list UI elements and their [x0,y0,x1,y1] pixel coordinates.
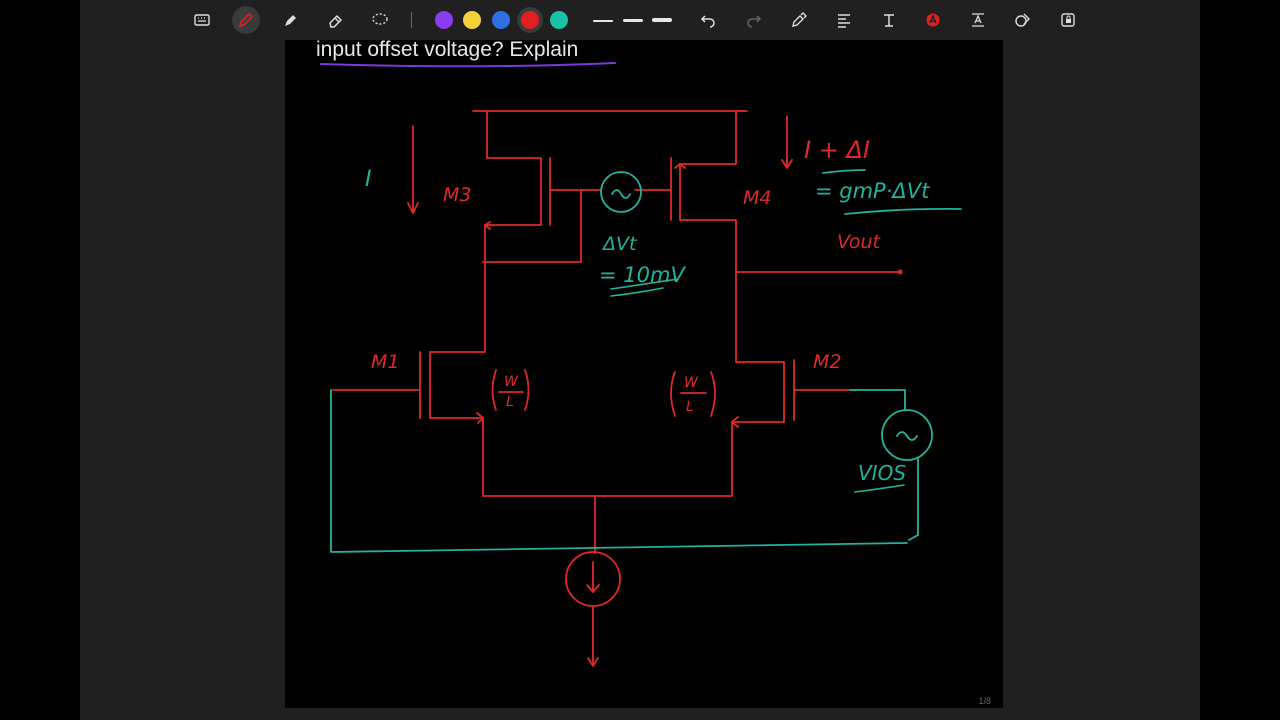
vout-node [897,269,903,275]
label-wl-right-num: W [684,375,699,391]
annotation-teal-ink [330,169,962,553]
label-current-i: I [365,167,372,192]
color-yellow-swatch[interactable] [463,11,481,29]
color-purple-swatch[interactable] [435,11,453,29]
toolbar [80,0,1200,40]
stroke-medium-option[interactable] [623,19,643,22]
stroke-thin-option[interactable] [593,20,613,22]
pen-icon[interactable] [232,6,260,34]
label-wl-left-den: L [506,394,514,410]
color-teal-swatch[interactable] [550,11,568,29]
label-vios: VIOS [858,461,906,485]
label-m4: M4 [743,187,771,209]
note-app: input offset voltage? Explain M3 M4 M1 M… [80,0,1200,720]
label-dvt-value: = 10mV [599,263,686,287]
lasso-icon[interactable] [368,8,392,32]
page-indicator: 1/8 [978,696,991,706]
label-m2: M2 [813,351,841,373]
drawing-canvas[interactable]: M3 M4 M1 M2 I + ΔI Vout W L W L I = gmP·… [285,40,1003,708]
label-vout: Vout [837,231,882,253]
color-red-swatch[interactable] [521,11,539,29]
text-align-icon[interactable] [832,8,856,32]
label-wl-left-num: W [504,374,519,390]
text-box-icon[interactable] [966,8,990,32]
undo-icon[interactable] [696,8,720,32]
toolbar-separator [411,12,412,28]
handwriting-icon[interactable] [877,8,901,32]
label-wl-right-den: L [686,399,694,415]
label-m3: M3 [443,184,471,206]
shapes-icon[interactable] [1011,8,1035,32]
label-gm-equation: = gmP·ΔVt [815,179,930,203]
highlighter-icon[interactable] [279,8,303,32]
label-delta-i: I + ΔI [804,136,870,164]
stroke-thick-option[interactable] [652,18,672,22]
label-dvt: ΔVt [601,233,638,255]
redo-icon[interactable] [742,8,766,32]
note-page[interactable]: input offset voltage? Explain M3 M4 M1 M… [285,40,1003,708]
shape-pen-icon[interactable] [787,8,811,32]
label-m1: M1 [371,351,399,373]
eraser-icon[interactable] [323,8,347,32]
keyboard-icon[interactable] [190,8,214,32]
color-blue-swatch[interactable] [492,11,510,29]
lock-icon[interactable] [1056,8,1080,32]
heading-underline [320,62,616,68]
color-fill-icon[interactable] [921,8,945,32]
